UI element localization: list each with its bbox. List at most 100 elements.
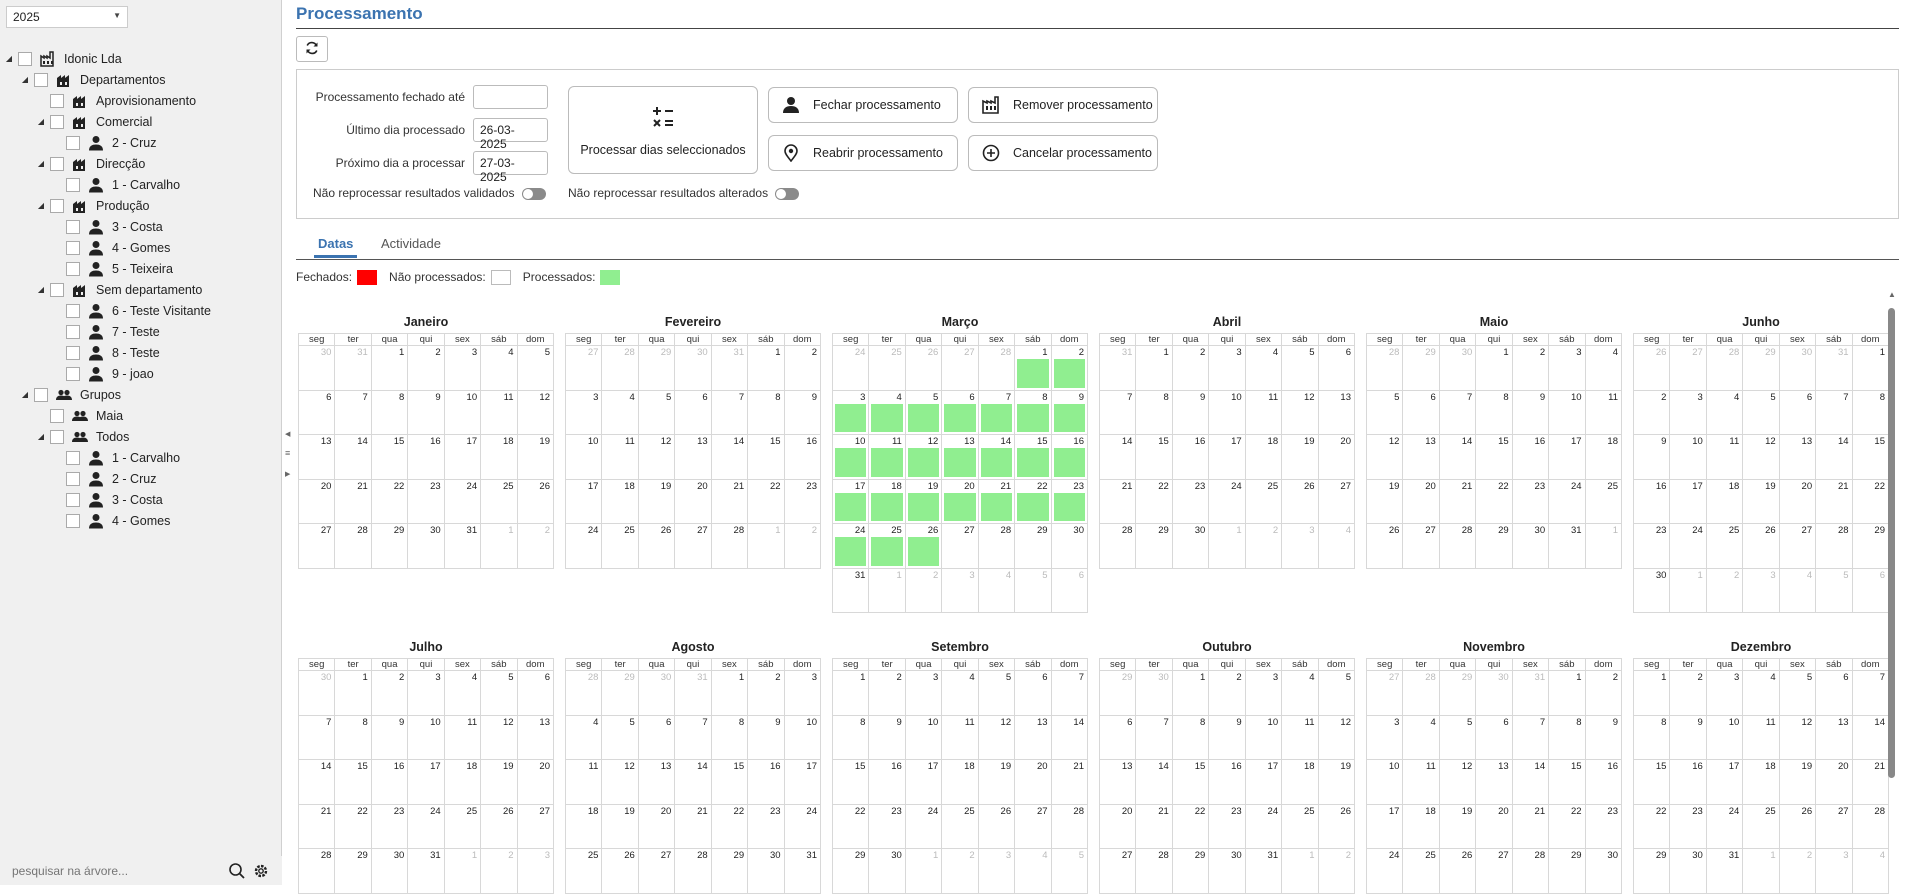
tree-node[interactable]: 9 - joao xyxy=(52,363,154,384)
day-cell[interactable]: 11 xyxy=(1742,714,1780,760)
day-cell[interactable]: 5 xyxy=(1742,389,1780,435)
day-cell[interactable]: 22 xyxy=(831,803,870,849)
day-cell[interactable]: 6 xyxy=(674,389,712,435)
day-cell[interactable]: 27 xyxy=(941,523,979,569)
day-cell[interactable]: 3 xyxy=(1244,670,1283,716)
day-cell[interactable]: 4 xyxy=(941,670,979,716)
day-cell[interactable]: 20 xyxy=(1815,759,1853,805)
day-cell[interactable]: 6 xyxy=(941,389,979,435)
cancel-processing-button[interactable]: Cancelar processamento xyxy=(968,135,1158,171)
day-cell[interactable]: 24 xyxy=(1244,803,1283,849)
day-cell[interactable]: 3 xyxy=(407,670,445,716)
day-cell[interactable]: 24 xyxy=(1669,523,1707,569)
day-cell[interactable]: 23 xyxy=(1511,478,1550,524)
tree-checkbox[interactable] xyxy=(66,219,80,234)
day-cell[interactable]: 22 xyxy=(370,478,409,524)
day-cell[interactable]: 29 xyxy=(710,848,749,894)
day-cell[interactable]: 31 xyxy=(407,848,445,894)
day-cell[interactable]: 11 xyxy=(1402,759,1440,805)
day-cell[interactable]: 29 xyxy=(370,523,409,569)
day-cell-other-month[interactable]: 3 xyxy=(1815,848,1853,894)
expand-arrow-icon[interactable]: ◢ xyxy=(36,117,46,126)
tab-actividade[interactable]: Actividade xyxy=(377,236,445,251)
day-cell-other-month[interactable]: 4 xyxy=(1317,523,1356,569)
day-cell[interactable]: 1 xyxy=(1548,670,1586,716)
day-cell[interactable]: 30 xyxy=(1584,848,1623,894)
day-cell[interactable]: 7 xyxy=(710,389,749,435)
tree-checkbox[interactable] xyxy=(50,429,64,444)
day-cell[interactable]: 14 xyxy=(1098,434,1137,480)
tree-checkbox[interactable] xyxy=(66,135,80,150)
day-cell[interactable]: 17 xyxy=(1244,759,1283,805)
day-cell[interactable]: 15 xyxy=(1135,434,1173,480)
day-cell[interactable]: 13 xyxy=(1317,389,1356,435)
day-cell-other-month[interactable]: 4 xyxy=(1851,848,1890,894)
day-cell[interactable]: 2 xyxy=(1511,345,1550,391)
day-cell[interactable]: 2 xyxy=(407,345,445,391)
day-cell-other-month[interactable]: 27 xyxy=(564,345,603,391)
day-cell[interactable]: 28 xyxy=(977,523,1016,569)
day-cell[interactable]: 28 xyxy=(297,848,336,894)
day-cell[interactable]: 2 xyxy=(1669,670,1707,716)
day-cell[interactable]: 19 xyxy=(1742,478,1780,524)
expand-arrow-icon[interactable]: ◢ xyxy=(20,390,30,399)
day-cell[interactable]: 14 xyxy=(674,759,712,805)
day-cell[interactable]: 23 xyxy=(868,803,906,849)
tab-datas[interactable]: Datas xyxy=(314,236,358,258)
day-cell[interactable]: 26 xyxy=(1742,523,1780,569)
day-cell-other-month[interactable]: 3 xyxy=(977,848,1016,894)
day-cell[interactable]: 1 xyxy=(1851,345,1890,391)
day-cell[interactable]: 15 xyxy=(710,759,749,805)
day-cell[interactable]: 9 xyxy=(407,389,445,435)
day-cell-other-month[interactable]: 3 xyxy=(1742,567,1780,613)
day-cell[interactable]: 17 xyxy=(564,478,603,524)
day-cell[interactable]: 21 xyxy=(977,478,1016,524)
tree-node[interactable]: 7 - Teste xyxy=(52,321,160,342)
day-cell[interactable]: 22 xyxy=(710,803,749,849)
day-cell-other-month[interactable]: 2 xyxy=(480,848,518,894)
day-cell[interactable]: 23 xyxy=(407,478,445,524)
day-cell[interactable]: 21 xyxy=(1098,478,1137,524)
tree-node[interactable]: Maia xyxy=(36,405,123,426)
day-cell[interactable]: 15 xyxy=(1632,759,1671,805)
tree-checkbox[interactable] xyxy=(50,282,64,297)
day-cell[interactable]: 7 xyxy=(674,714,712,760)
day-cell-other-month[interactable]: 26 xyxy=(1632,345,1671,391)
day-cell[interactable]: 11 xyxy=(480,389,518,435)
day-cell[interactable]: 28 xyxy=(1438,523,1477,569)
day-cell[interactable]: 14 xyxy=(1815,434,1853,480)
day-cell-other-month[interactable]: 24 xyxy=(831,345,870,391)
day-cell[interactable]: 27 xyxy=(1778,523,1817,569)
day-cell[interactable]: 3 xyxy=(443,345,482,391)
day-cell[interactable]: 12 xyxy=(1778,714,1817,760)
day-cell-other-month[interactable]: 31 xyxy=(710,345,749,391)
day-cell-other-month[interactable]: 2 xyxy=(904,567,943,613)
day-cell[interactable]: 10 xyxy=(1365,759,1404,805)
day-cell[interactable]: 21 xyxy=(1050,759,1089,805)
day-cell[interactable]: 31 xyxy=(831,567,870,613)
tree-node[interactable]: 5 - Teixeira xyxy=(52,258,173,279)
day-cell[interactable]: 26 xyxy=(1438,848,1477,894)
day-cell[interactable]: 26 xyxy=(1778,803,1817,849)
day-cell[interactable]: 6 xyxy=(297,389,336,435)
day-cell[interactable]: 26 xyxy=(601,848,639,894)
day-cell[interactable]: 8 xyxy=(831,714,870,760)
day-cell[interactable]: 28 xyxy=(674,848,712,894)
day-cell[interactable]: 24 xyxy=(443,478,482,524)
day-cell[interactable]: 24 xyxy=(1208,478,1246,524)
day-cell[interactable]: 15 xyxy=(370,434,409,480)
day-cell[interactable]: 22 xyxy=(1851,478,1890,524)
day-cell[interactable]: 16 xyxy=(1050,434,1089,480)
day-cell-other-month[interactable]: 30 xyxy=(1475,670,1513,716)
day-cell[interactable]: 3 xyxy=(564,389,603,435)
collapse-left-icon[interactable]: ◀ xyxy=(285,430,290,438)
day-cell-other-month[interactable]: 30 xyxy=(1135,670,1173,716)
calendar-scrollbar[interactable]: ▲ xyxy=(1886,290,1898,886)
day-cell[interactable]: 10 xyxy=(1244,714,1283,760)
day-cell[interactable]: 17 xyxy=(1208,434,1246,480)
day-cell[interactable]: 30 xyxy=(1050,523,1089,569)
day-cell[interactable]: 14 xyxy=(1511,759,1550,805)
day-cell[interactable]: 31 xyxy=(783,848,822,894)
search-icon[interactable] xyxy=(228,862,246,880)
day-cell[interactable]: 8 xyxy=(1135,389,1173,435)
